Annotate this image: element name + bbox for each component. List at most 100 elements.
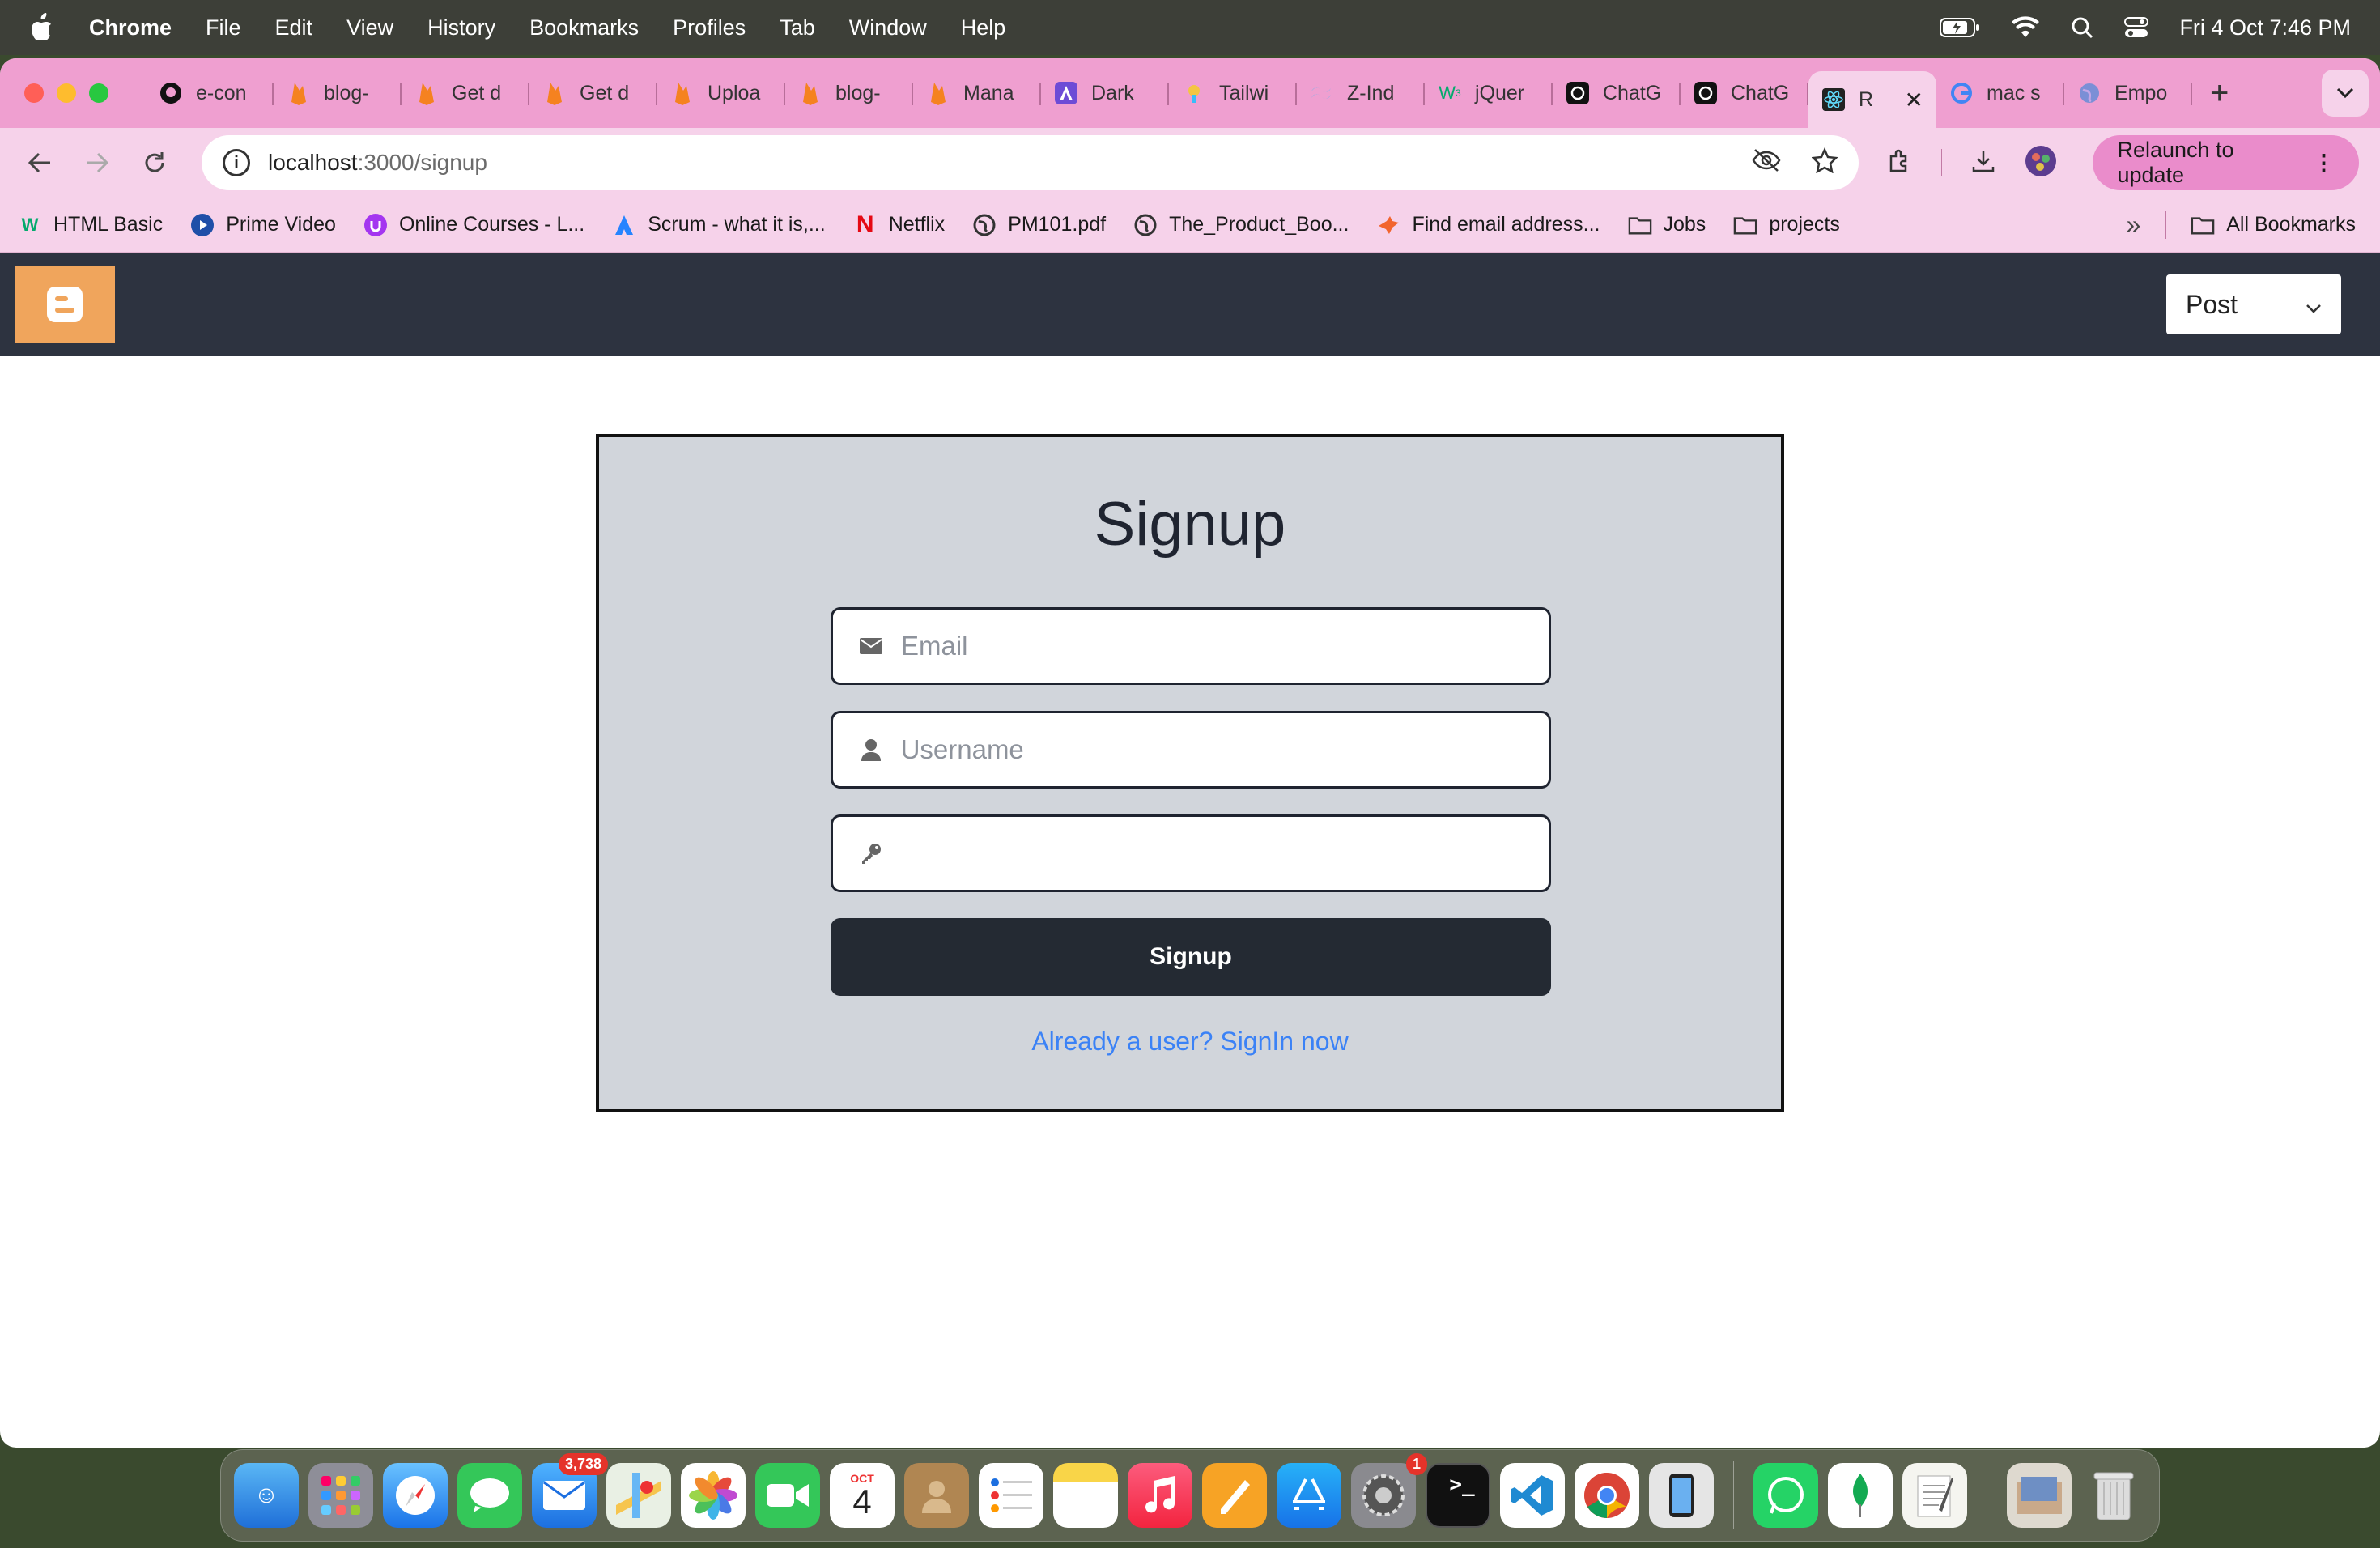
tab-0[interactable]: e-con — [146, 70, 274, 117]
bookmark-0[interactable]: W HTML Basic — [18, 213, 164, 237]
firebase-icon — [287, 81, 311, 105]
back-button[interactable] — [21, 144, 57, 181]
bookmark-6[interactable]: The_Product_Boo... — [1133, 213, 1349, 237]
tab-12[interactable]: ChatG — [1681, 70, 1808, 117]
system-settings-icon[interactable]: 1 — [1351, 1453, 1427, 1528]
forward-button[interactable] — [79, 144, 115, 181]
minimize-window-button[interactable] — [57, 83, 76, 103]
textedit-icon[interactable] — [1902, 1463, 1967, 1528]
menu-bookmarks[interactable]: Bookmarks — [529, 15, 639, 40]
chevron-double-right-icon[interactable]: » — [2126, 210, 2140, 240]
menu-app-name[interactable]: Chrome — [89, 15, 172, 40]
tab-6[interactable]: Mana — [913, 70, 1041, 117]
safari-icon[interactable] — [383, 1463, 448, 1528]
tab-2[interactable]: Get d — [402, 70, 529, 117]
menu-edit[interactable]: Edit — [275, 15, 313, 40]
menu-tab[interactable]: Tab — [780, 15, 815, 40]
download-icon[interactable] — [1971, 149, 1995, 177]
photos-icon[interactable] — [681, 1463, 746, 1528]
bookmark-4[interactable]: N Netflix — [853, 211, 945, 238]
signin-link[interactable]: Already a user? SignIn now — [599, 1027, 1781, 1057]
calendar-icon[interactable]: OCT 4 — [830, 1463, 895, 1528]
notes-icon[interactable] — [1053, 1463, 1118, 1528]
downloads-stack-icon[interactable] — [2007, 1463, 2072, 1528]
finder-icon[interactable]: ☺ — [234, 1463, 299, 1528]
facetime-icon[interactable] — [755, 1463, 820, 1528]
mail-icon[interactable]: 3,738 — [532, 1453, 608, 1528]
tab-label: jQuer — [1475, 81, 1525, 104]
site-info-icon[interactable]: i — [223, 149, 251, 176]
profile-avatar[interactable] — [2025, 145, 2057, 181]
tab-13-active[interactable]: R ✕ — [1808, 71, 1936, 128]
star-icon[interactable] — [1810, 147, 1838, 179]
tab-1[interactable]: blog- — [274, 70, 402, 117]
bookmark-1[interactable]: Prime Video — [190, 213, 336, 237]
app-store-icon[interactable] — [1277, 1463, 1341, 1528]
menu-file[interactable]: File — [206, 15, 241, 40]
mongodb-compass-icon[interactable] — [1828, 1463, 1893, 1528]
reminders-icon[interactable] — [979, 1463, 1043, 1528]
blogger-logo[interactable] — [15, 266, 115, 343]
tab-7[interactable]: Dark — [1041, 70, 1169, 117]
tab-14[interactable]: mac s — [1936, 70, 2064, 117]
vscode-icon[interactable] — [1500, 1463, 1565, 1528]
pages-icon[interactable] — [1202, 1463, 1267, 1528]
bookmark-5[interactable]: PM101.pdf — [972, 213, 1106, 237]
close-tab-icon[interactable]: ✕ — [1905, 87, 1923, 113]
reload-button[interactable] — [136, 144, 172, 181]
bookmark-label: The_Product_Boo... — [1169, 213, 1349, 236]
music-icon[interactable] — [1128, 1463, 1192, 1528]
apple-menu-icon[interactable] — [29, 11, 57, 44]
tab-3[interactable]: Get d — [529, 70, 657, 117]
toolbar-divider — [1940, 149, 1943, 176]
tab-8[interactable]: Tailwi — [1169, 70, 1297, 117]
launchpad-icon[interactable] — [308, 1463, 373, 1528]
username-input[interactable] — [900, 734, 1523, 765]
zoom-window-button[interactable] — [89, 83, 108, 103]
tab-search-button[interactable] — [2322, 70, 2369, 117]
tab-15[interactable]: Empo — [2064, 70, 2192, 117]
menu-profiles[interactable]: Profiles — [673, 15, 746, 40]
password-input[interactable] — [900, 838, 1523, 869]
bookmark-9[interactable]: projects — [1733, 213, 1840, 237]
trash-icon[interactable] — [2081, 1463, 2146, 1528]
relaunch-to-update-button[interactable]: Relaunch to update ⋮ — [2093, 135, 2359, 190]
menu-history[interactable]: History — [427, 15, 495, 40]
contacts-icon[interactable] — [904, 1463, 969, 1528]
wifi-icon[interactable] — [2011, 16, 2040, 39]
address-bar[interactable]: i localhost:3000/signup — [202, 135, 1859, 190]
close-window-button[interactable] — [24, 83, 44, 103]
eye-off-icon[interactable] — [1752, 148, 1781, 178]
bookmark-8[interactable]: Jobs — [1628, 213, 1706, 237]
control-center-icon[interactable] — [2124, 16, 2149, 39]
tab-5[interactable]: blog- — [785, 70, 913, 117]
bookmark-7[interactable]: Find email address... — [1376, 213, 1600, 237]
whatsapp-icon[interactable] — [1753, 1463, 1818, 1528]
email-input[interactable] — [901, 631, 1523, 661]
terminal-icon[interactable]: >_ — [1426, 1463, 1490, 1528]
email-field[interactable] — [831, 607, 1551, 685]
simulator-icon[interactable] — [1649, 1463, 1714, 1528]
menu-help[interactable]: Help — [961, 15, 1006, 40]
password-field[interactable] — [831, 814, 1551, 892]
tab-9[interactable]: Z-Ind — [1297, 70, 1425, 117]
tab-11[interactable]: ChatG — [1553, 70, 1681, 117]
tab-4[interactable]: Uploa — [657, 70, 785, 117]
all-bookmarks[interactable]: All Bookmarks — [2191, 213, 2356, 237]
extensions-icon[interactable] — [1886, 148, 1912, 178]
bookmark-3[interactable]: Scrum - what it is,... — [612, 213, 826, 237]
tab-10[interactable]: W 3 jQuer — [1425, 70, 1553, 117]
menu-view[interactable]: View — [346, 15, 393, 40]
signup-button[interactable]: Signup — [831, 918, 1551, 996]
menu-window[interactable]: Window — [849, 15, 927, 40]
menubar-clock[interactable]: Fri 4 Oct 7:46 PM — [2179, 15, 2351, 40]
new-tab-button[interactable]: + — [2210, 75, 2229, 112]
battery-icon[interactable] — [1940, 17, 1980, 38]
messages-icon[interactable] — [457, 1463, 522, 1528]
chrome-icon[interactable] — [1575, 1463, 1639, 1528]
bookmark-2[interactable]: Online Courses - L... — [363, 213, 584, 237]
post-select-dropdown[interactable]: Post — [2166, 274, 2341, 334]
spotlight-search-icon[interactable] — [2071, 16, 2093, 39]
maps-icon[interactable] — [606, 1463, 671, 1528]
username-field[interactable] — [831, 711, 1551, 789]
